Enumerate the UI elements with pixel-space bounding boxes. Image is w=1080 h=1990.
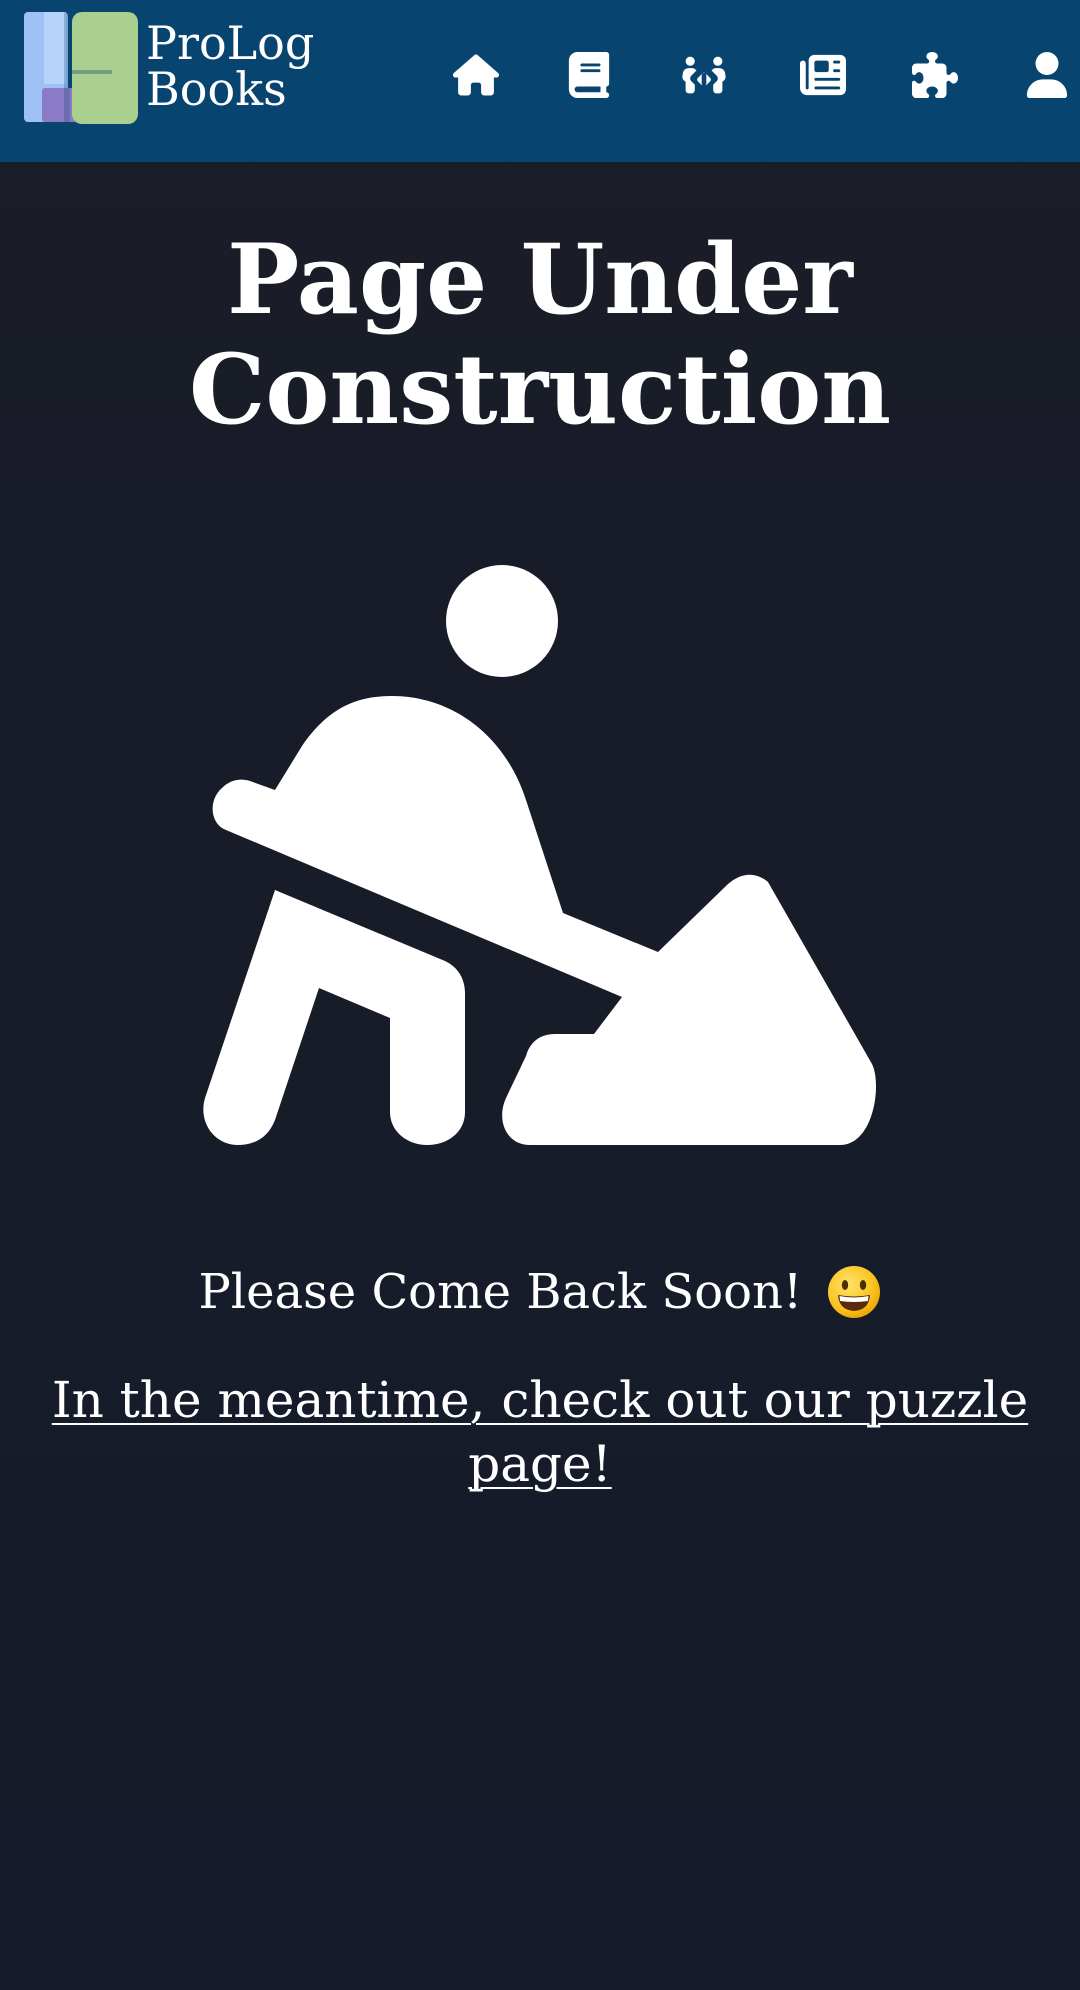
logo-line-1: ProLog [146,16,315,70]
user-icon[interactable] [1024,52,1070,98]
logo-wordmark: ProLog Books [146,20,314,112]
newspaper-icon[interactable] [800,52,846,98]
prolog-books-logo-icon [24,10,142,125]
site-logo[interactable]: ProLog Books [24,10,324,125]
page-title: Page Under Construction [188,223,892,446]
come-back-text: Please Come Back Soon! [198,1264,803,1320]
logo-line-2: Books [146,62,287,116]
person-digging-icon [200,560,880,1160]
home-icon[interactable] [453,52,499,98]
puzzle-page-link[interactable]: In the meantime, check out our puzzle pa… [0,1368,1080,1496]
top-navigation-bar: ProLog Books [0,0,1080,162]
come-back-message: Please Come Back Soon! [0,1262,1080,1324]
book-icon[interactable] [566,52,612,98]
people-arrows-icon[interactable] [681,52,727,98]
grinning-face-emoji-icon [826,1264,882,1320]
puzzle-piece-icon[interactable] [912,52,958,98]
